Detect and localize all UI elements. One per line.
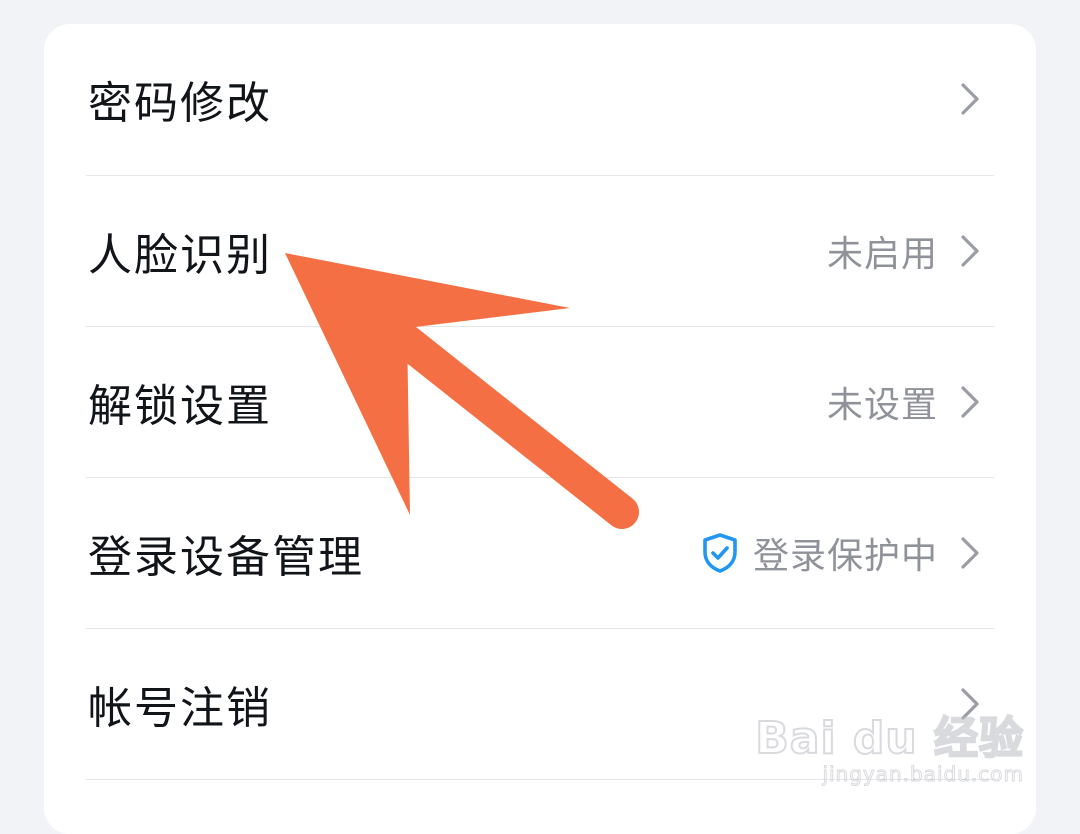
- settings-card: 密码修改 人脸识别 未启用 解锁设置 未设置 登录设备管理 登录保护中: [44, 24, 1036, 834]
- chevron-right-icon: [960, 385, 980, 419]
- divider: [86, 779, 994, 780]
- settings-item-status: 登录保护中: [753, 527, 938, 579]
- settings-item-right: 未启用: [827, 225, 980, 277]
- chevron-right-icon: [960, 82, 980, 116]
- chevron-right-icon: [960, 536, 980, 570]
- chevron-right-icon: [960, 687, 980, 721]
- settings-item-password-change[interactable]: 密码修改: [44, 24, 1036, 174]
- settings-item-login-device-management[interactable]: 登录设备管理 登录保护中: [44, 478, 1036, 628]
- settings-item-label: 解锁设置: [88, 370, 272, 434]
- settings-item-label: 登录设备管理: [88, 521, 364, 585]
- settings-item-right: 登录保护中: [701, 527, 980, 579]
- chevron-right-icon: [960, 234, 980, 268]
- settings-item-unlock-settings[interactable]: 解锁设置 未设置: [44, 327, 1036, 477]
- settings-item-right: [960, 82, 980, 116]
- settings-item-label: 帐号注销: [88, 672, 272, 736]
- settings-item-label: 人脸识别: [88, 219, 272, 283]
- settings-item-right: 未设置: [827, 376, 980, 428]
- settings-item-right: [960, 687, 980, 721]
- shield-check-icon: [701, 532, 739, 574]
- settings-item-status: 未启用: [827, 225, 938, 277]
- settings-item-face-recognition[interactable]: 人脸识别 未启用: [44, 176, 1036, 326]
- settings-item-status: 未设置: [827, 376, 938, 428]
- settings-item-label: 密码修改: [88, 67, 272, 131]
- settings-item-account-deletion[interactable]: 帐号注销: [44, 629, 1036, 779]
